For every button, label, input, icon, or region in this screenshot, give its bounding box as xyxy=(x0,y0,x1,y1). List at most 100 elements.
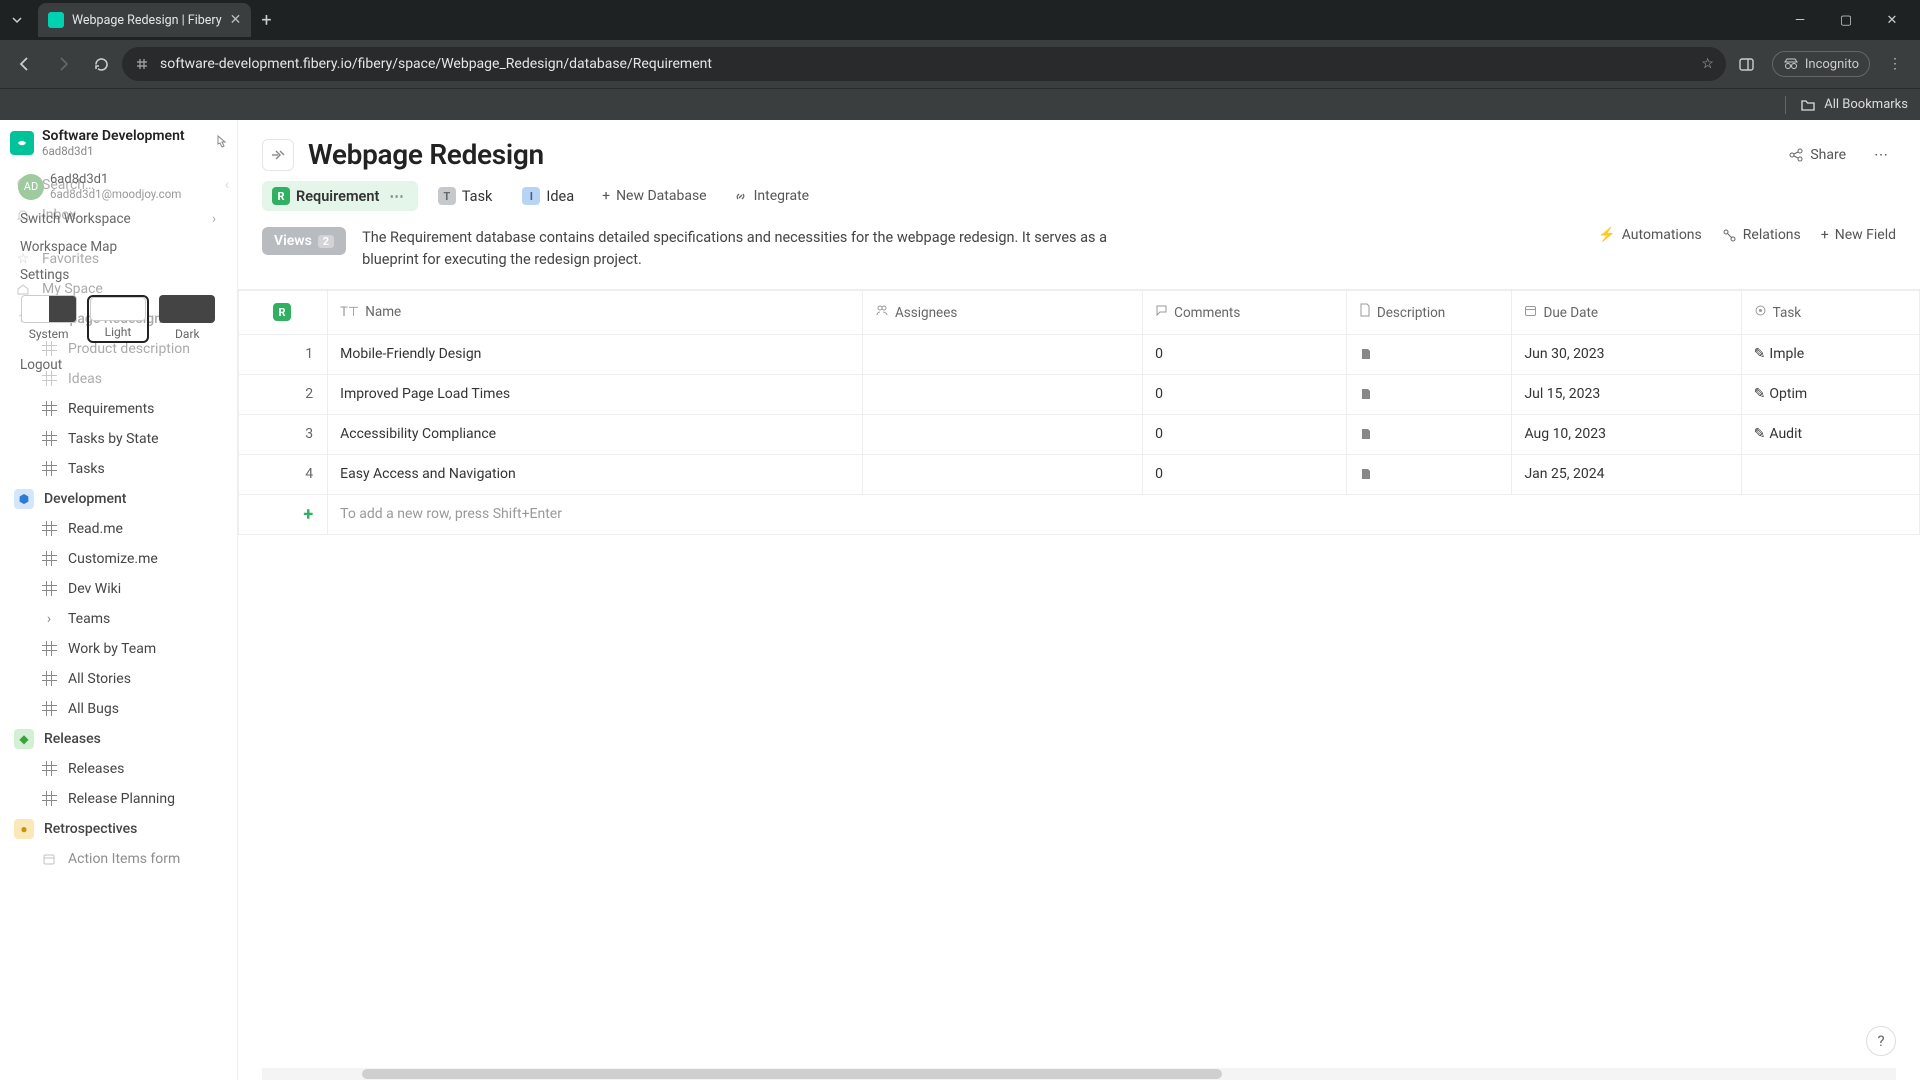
tab-task[interactable]: T Task xyxy=(428,181,503,211)
row-number: 3 xyxy=(239,414,328,454)
page-title: Webpage Redesign xyxy=(308,138,1764,171)
cell-task[interactable]: ✎Imple xyxy=(1741,334,1919,374)
cell-description[interactable] xyxy=(1346,454,1512,494)
table-row[interactable]: 1Mobile-Friendly Design0Jun 30, 2023✎Imp… xyxy=(239,334,1920,374)
column-header-comments[interactable]: Comments xyxy=(1143,290,1347,334)
sidebar-collapse-icon[interactable]: ‹ xyxy=(225,177,229,193)
cell-comments[interactable]: 0 xyxy=(1143,374,1347,414)
new-field-button[interactable]: +New Field xyxy=(1821,227,1896,243)
cell-comments[interactable]: 0 xyxy=(1143,334,1347,374)
tab-requirement[interactable]: R Requirement ⋯ xyxy=(262,181,418,211)
toggle-sidebar-button[interactable] xyxy=(262,139,294,171)
sidebar-item-release-planning[interactable]: Release Planning xyxy=(0,784,237,814)
sidebar-item-product-description[interactable]: Product description xyxy=(0,334,237,364)
sidebar-space-releases[interactable]: ◆ Releases xyxy=(0,724,237,754)
sidebar-item-dev-wiki[interactable]: Dev Wiki xyxy=(0,574,237,604)
cell-due-date[interactable]: Jun 30, 2023 xyxy=(1512,334,1741,374)
column-header-index[interactable]: R xyxy=(239,290,328,334)
sidebar-item-teams[interactable]: ›Teams xyxy=(0,604,237,634)
window-minimize-icon[interactable]: ― xyxy=(1786,13,1814,28)
horizontal-scrollbar[interactable] xyxy=(262,1068,1896,1080)
grid-icon xyxy=(42,341,57,356)
cell-task[interactable]: ✎Audit xyxy=(1741,414,1919,454)
window-close-icon[interactable]: ✕ xyxy=(1878,13,1906,28)
column-header-due-date[interactable]: Due Date xyxy=(1512,290,1741,334)
cell-description[interactable] xyxy=(1346,374,1512,414)
sidebar-search[interactable]: Search… ‹ xyxy=(0,170,237,200)
sidebar-item-all-stories[interactable]: All Stories xyxy=(0,664,237,694)
cell-assignees[interactable] xyxy=(863,334,1143,374)
sidebar-favorites[interactable]: ☆ Favorites xyxy=(0,244,237,274)
reload-button[interactable] xyxy=(84,47,118,81)
cell-due-date[interactable]: Jul 15, 2023 xyxy=(1512,374,1741,414)
chrome-menu-icon[interactable]: ⋮ xyxy=(1878,47,1912,81)
sidebar-item-ideas[interactable]: Ideas xyxy=(0,364,237,394)
cell-comments[interactable]: 0 xyxy=(1143,414,1347,454)
table-row[interactable]: 2Improved Page Load Times0Jul 15, 2023✎O… xyxy=(239,374,1920,414)
cell-name[interactable]: Accessibility Compliance xyxy=(328,414,863,454)
address-bar[interactable]: software-development.fibery.io/fibery/sp… xyxy=(122,47,1726,81)
cell-due-date[interactable]: Jan 25, 2024 xyxy=(1512,454,1741,494)
column-header-assignees[interactable]: Assignees xyxy=(863,290,1143,334)
add-row[interactable]: + To add a new row, press Shift+Enter xyxy=(239,494,1920,534)
incognito-badge[interactable]: Incognito xyxy=(1772,51,1870,77)
grid-icon xyxy=(42,791,57,806)
sidebar-item-work-by-team[interactable]: Work by Team xyxy=(0,634,237,664)
sidebar-item-tasks[interactable]: Tasks xyxy=(0,454,237,484)
back-button[interactable] xyxy=(8,47,42,81)
scrollbar-thumb[interactable] xyxy=(362,1069,1222,1079)
sidebar-item-action-items[interactable]: Action Items form xyxy=(0,844,237,874)
cell-name[interactable]: Improved Page Load Times xyxy=(328,374,863,414)
site-info-icon[interactable] xyxy=(134,56,150,72)
cell-task[interactable]: ✎Optim xyxy=(1741,374,1919,414)
table-row[interactable]: 4Easy Access and Navigation0Jan 25, 2024 xyxy=(239,454,1920,494)
automations-button[interactable]: ⚡Automations xyxy=(1598,227,1701,243)
side-panel-icon[interactable] xyxy=(1730,47,1764,81)
new-database-button[interactable]: + New Database xyxy=(594,182,714,210)
cell-task[interactable] xyxy=(1741,454,1919,494)
cell-assignees[interactable] xyxy=(863,454,1143,494)
column-header-description[interactable]: Description xyxy=(1346,290,1512,334)
cell-name[interactable]: Easy Access and Navigation xyxy=(328,454,863,494)
cell-description[interactable] xyxy=(1346,334,1512,374)
cell-assignees[interactable] xyxy=(863,414,1143,454)
relations-button[interactable]: Relations xyxy=(1722,227,1801,243)
tab-close-icon[interactable]: ✕ xyxy=(230,12,242,28)
sidebar-space-webpage-redesign[interactable]: ⇅ Webpage Redesign xyxy=(0,304,237,334)
tab-more-icon[interactable]: ⋯ xyxy=(385,188,408,205)
share-button[interactable]: Share xyxy=(1778,141,1856,169)
sidebar-item-all-bugs[interactable]: All Bugs xyxy=(0,694,237,724)
views-button[interactable]: Views 2 xyxy=(262,227,346,255)
workspace-header[interactable]: Software Development 6ad8d3d1 xyxy=(0,120,237,168)
window-maximize-icon[interactable]: ▢ xyxy=(1832,13,1860,28)
all-bookmarks-link[interactable]: All Bookmarks xyxy=(1824,97,1908,112)
more-menu-icon[interactable]: ⋯ xyxy=(1866,143,1896,167)
cell-description[interactable] xyxy=(1346,414,1512,454)
new-tab-button[interactable]: + xyxy=(261,10,271,31)
column-header-task[interactable]: Task xyxy=(1741,290,1919,334)
sidebar-space-retrospectives[interactable]: ● Retrospectives xyxy=(0,814,237,844)
sidebar-item-tasks-by-state[interactable]: Tasks by State xyxy=(0,424,237,454)
sidebar-item-releases[interactable]: Releases xyxy=(0,754,237,784)
sidebar-myspace[interactable]: My Space xyxy=(0,274,237,304)
sidebar-item-readme[interactable]: Read.me xyxy=(0,514,237,544)
tab-idea[interactable]: I Idea xyxy=(512,181,584,211)
help-button[interactable]: ? xyxy=(1866,1026,1896,1056)
sidebar-inbox[interactable]: Inbox xyxy=(0,200,237,230)
cell-due-date[interactable]: Aug 10, 2023 xyxy=(1512,414,1741,454)
bookmark-star-icon[interactable]: ☆ xyxy=(1701,56,1714,72)
tab-search-dropdown[interactable] xyxy=(0,4,34,36)
cell-name[interactable]: Mobile-Friendly Design xyxy=(328,334,863,374)
cell-assignees[interactable] xyxy=(863,374,1143,414)
sidebar-space-development[interactable]: ⬢ Development xyxy=(0,484,237,514)
table-row[interactable]: 3Accessibility Compliance 0 Aug 10, 2023✎A… xyxy=(239,414,1920,454)
sidebar-item-customizeme[interactable]: Customize.me xyxy=(0,544,237,574)
sidebar-item-requirements[interactable]: Requirements xyxy=(0,394,237,424)
forward-button[interactable] xyxy=(46,47,80,81)
column-header-name[interactable]: T⊤Name xyxy=(328,290,863,334)
integrate-button[interactable]: Integrate xyxy=(725,182,818,210)
expand-icon[interactable]: ⇅ xyxy=(14,310,32,328)
cell-comments[interactable]: 0 xyxy=(1143,454,1347,494)
db-badge-icon: R xyxy=(272,187,290,205)
browser-tab-active[interactable]: Webpage Redesign | Fibery ✕ xyxy=(38,3,251,37)
